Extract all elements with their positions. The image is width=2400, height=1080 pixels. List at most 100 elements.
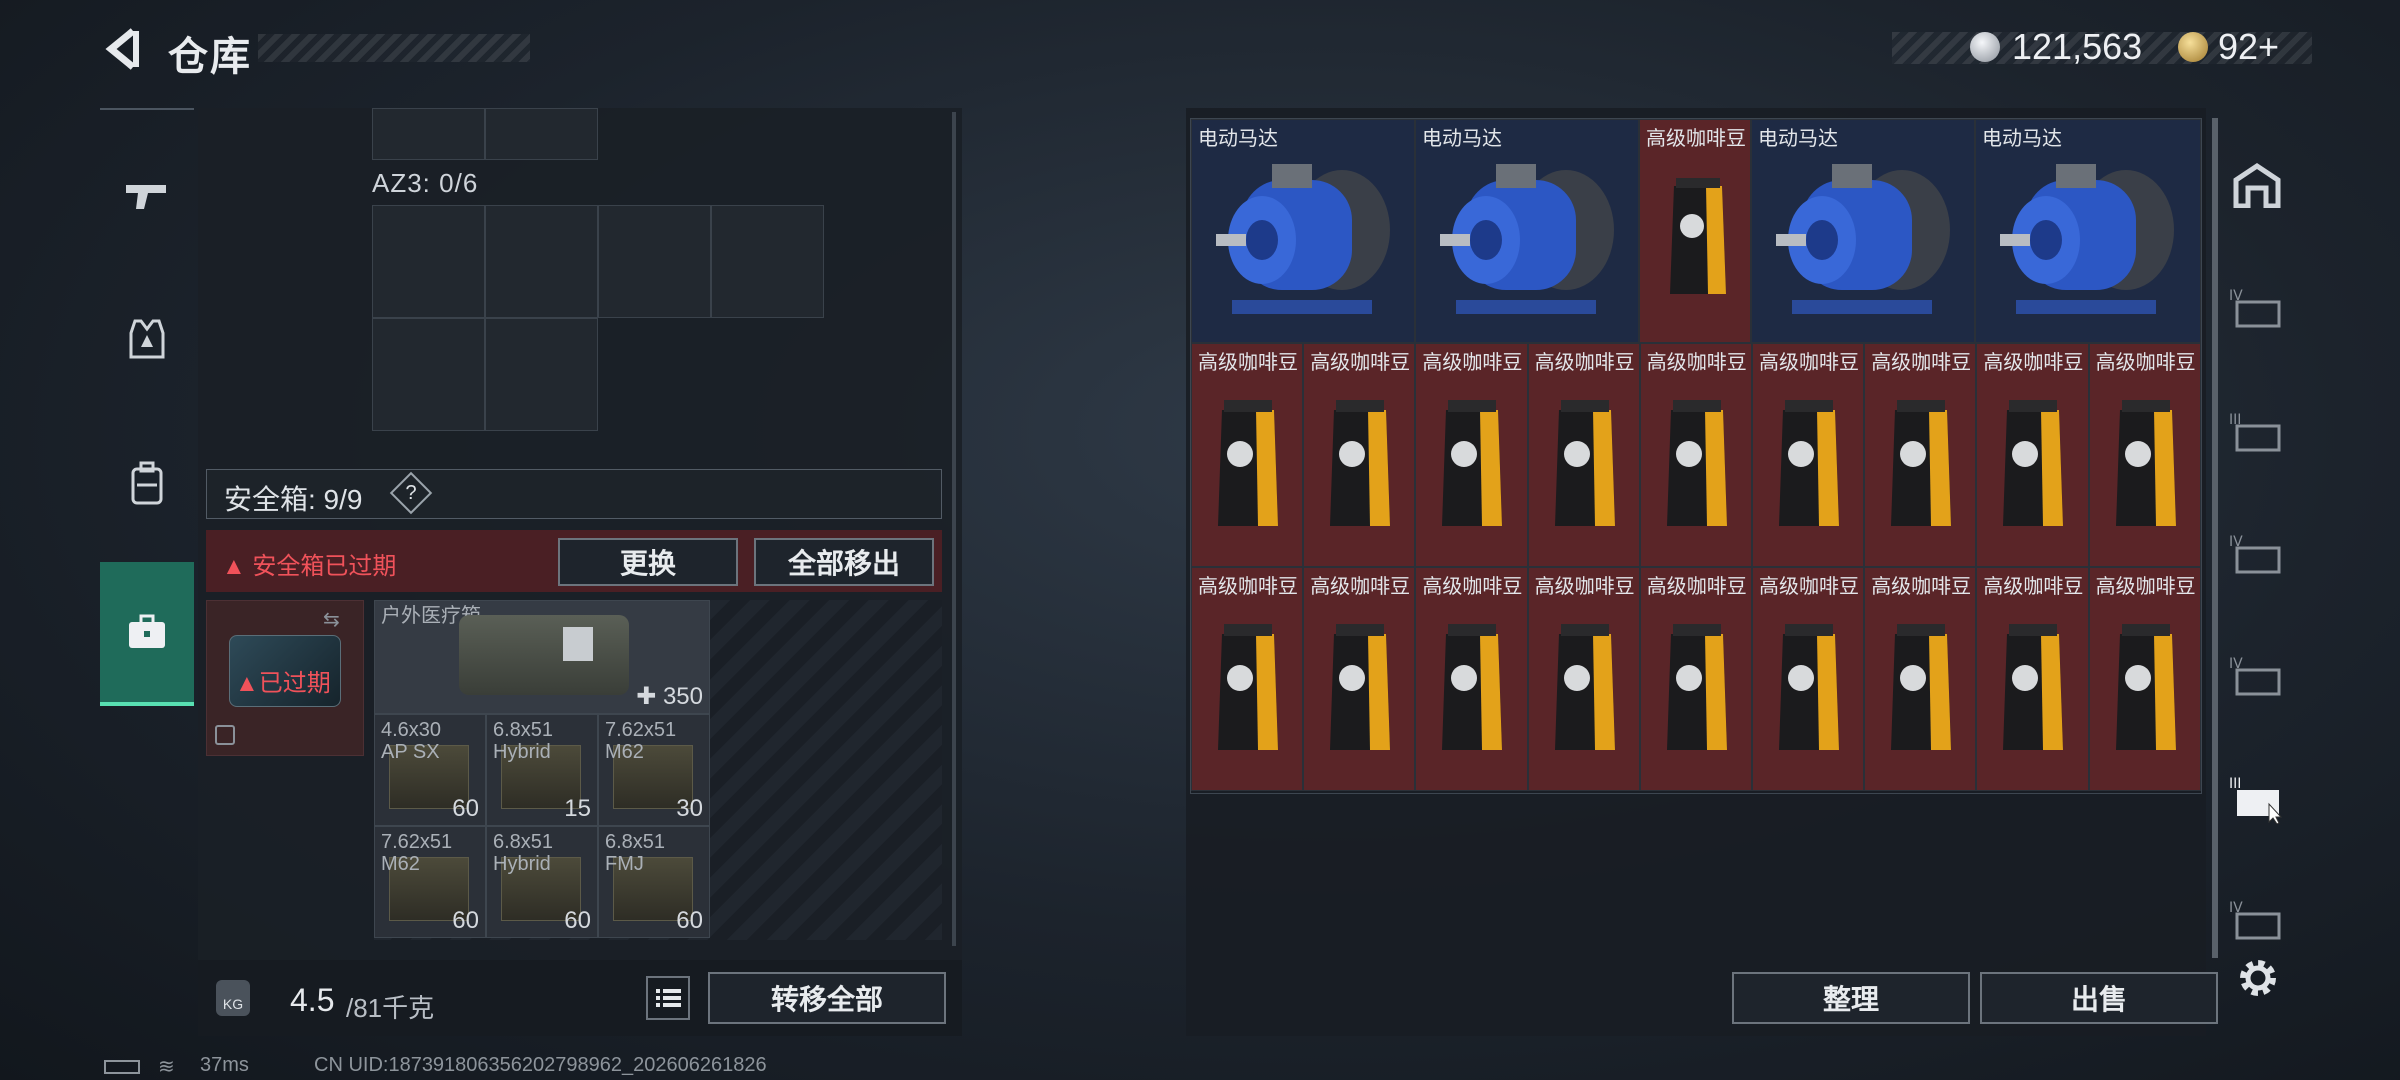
storage-box-icon: III	[2229, 412, 2281, 452]
coffee-bag-image	[1670, 178, 1726, 294]
warning-icon: ▲	[222, 553, 253, 580]
inventory-item[interactable]: 高级咖啡豆	[2088, 343, 2201, 567]
item-label: 高级咖啡豆	[1198, 576, 1298, 598]
coffee-bag-image	[1666, 400, 1727, 526]
electric-motor-image	[1440, 164, 1614, 314]
electric-motor-image	[2000, 164, 2174, 314]
help-label: ?	[405, 482, 417, 504]
vest-icon	[129, 319, 165, 359]
inventory-item[interactable]: 高级咖啡豆	[1303, 343, 1416, 567]
nav-weapon[interactable]	[100, 130, 194, 260]
inventory-item[interactable]: 高级咖啡豆	[1527, 567, 1640, 791]
medkit-tag	[563, 627, 593, 661]
coffee-bag-image	[2003, 624, 2064, 750]
currency-b-value[interactable]: 92+	[2218, 26, 2279, 68]
item-label: 高级咖啡豆	[1198, 352, 1298, 374]
organize-button[interactable]: 整理	[1732, 972, 1970, 1024]
settings-button[interactable]	[2234, 954, 2282, 1002]
inventory-item[interactable]: 电动马达	[1751, 119, 1975, 343]
coffee-bag-image	[1666, 624, 1727, 750]
replace-button[interactable]: 更换	[558, 538, 738, 586]
inventory-item[interactable]: 高级咖啡豆	[1527, 343, 1640, 567]
inventory-item[interactable]: 高级咖啡豆	[1752, 567, 1865, 791]
item-label: 高级咖啡豆	[1983, 576, 2084, 598]
coffee-bag-image	[2115, 400, 2176, 526]
nav-storage-iv-a[interactable]: IV	[2222, 254, 2292, 364]
ammo-item[interactable]: 7.62x51 M62 60	[374, 826, 486, 938]
ammo-item[interactable]: 6.8x51 Hybrid 60	[486, 826, 598, 938]
back-button[interactable]	[98, 22, 148, 76]
item-label: 高级咖啡豆	[1422, 576, 1523, 598]
nav-storage-iv-b[interactable]: IV	[2222, 500, 2292, 610]
grid-slot[interactable]	[372, 205, 485, 318]
inventory-item[interactable]: 高级咖啡豆	[1191, 567, 1304, 791]
item-label: 高级咖啡豆	[1983, 352, 2084, 374]
inventory-item[interactable]: 高级咖啡豆	[1976, 567, 2089, 791]
grid-slot[interactable]	[485, 318, 598, 431]
inventory-item[interactable]: 高级咖啡豆	[1752, 343, 1865, 567]
inventory-item[interactable]: 高级咖啡豆	[1415, 567, 1528, 791]
warehouse-icon	[2233, 162, 2281, 208]
sell-button[interactable]: 出售	[1980, 972, 2218, 1024]
coffee-bag-image	[1891, 400, 1952, 526]
stash-scrollbar[interactable]	[952, 112, 956, 946]
coffee-bag-image	[1330, 400, 1391, 526]
inventory-item[interactable]: 电动马达	[1415, 119, 1639, 343]
nav-storage-main[interactable]	[2222, 130, 2292, 240]
medkit-item[interactable]: 户外医疗箱 ✚ 350	[374, 600, 710, 714]
grid-slot[interactable]	[372, 108, 485, 160]
page-title: 仓库	[168, 35, 252, 79]
medkit-count: ✚ 350	[636, 683, 703, 710]
coffee-bag-image	[2003, 400, 2064, 526]
grid-slot[interactable]	[485, 205, 598, 318]
grid-slot[interactable]	[485, 108, 598, 160]
nav-storage-iv-c[interactable]: IV	[2222, 622, 2292, 732]
inventory-item[interactable]: 电动马达	[1975, 119, 2201, 343]
nav-armor[interactable]	[100, 274, 194, 404]
coffee-bag-image	[1779, 400, 1839, 526]
inventory-item[interactable]: 高级咖啡豆	[1191, 343, 1304, 567]
currency-a-value: 121,563	[2012, 26, 2143, 67]
inventory-item[interactable]: 高级咖啡豆	[1303, 567, 1416, 791]
category-nav	[100, 108, 194, 714]
ammo-item[interactable]: 7.62x51 M62 30	[598, 714, 710, 826]
item-label: 高级咖啡豆	[1422, 352, 1523, 374]
inventory-item[interactable]: 高级咖啡豆	[1639, 567, 1752, 791]
ammo-item[interactable]: 4.6x30 AP SX 60	[374, 714, 486, 826]
inventory-item[interactable]: 电动马达	[1191, 119, 1415, 343]
nav-storage-active[interactable]: III	[2222, 744, 2292, 854]
item-label: 高级咖啡豆	[2095, 352, 2196, 374]
grid-slot[interactable]	[598, 205, 711, 318]
inventory-item[interactable]: 高级咖啡豆	[1976, 343, 2089, 567]
grid-slot[interactable]	[711, 205, 824, 318]
remove-all-button[interactable]: 全部移出	[754, 538, 934, 586]
item-label: 高级咖啡豆	[1646, 352, 1747, 374]
gear-icon	[2240, 960, 2276, 996]
nav-backpack[interactable]	[100, 418, 194, 548]
inventory-item[interactable]: 高级咖啡豆	[1415, 343, 1528, 567]
storage-box-icon: IV	[2229, 656, 2281, 696]
list-icon	[646, 976, 690, 1020]
grid-slot[interactable]	[372, 318, 485, 431]
coin-icon	[1970, 32, 2000, 62]
inventory-item[interactable]: 高级咖啡豆	[1639, 119, 1751, 343]
item-label: 高级咖啡豆	[1310, 576, 1411, 598]
back-arrow-icon	[105, 28, 139, 70]
nav-safebox[interactable]	[100, 562, 194, 706]
inventory-item[interactable]: 高级咖啡豆	[2088, 567, 2201, 791]
transfer-all-button[interactable]: 转移全部	[708, 972, 946, 1024]
inventory-item[interactable]: 高级咖啡豆	[1864, 343, 1977, 567]
safebox-item[interactable]: ⇆ ▲已过期	[206, 600, 364, 756]
inventory-scrollbar[interactable]	[2212, 118, 2218, 958]
user-uid: CN UID:187391806356202798962_20260626182…	[314, 1054, 767, 1076]
coffee-bag-image	[1218, 400, 1278, 526]
nav-storage-iii[interactable]: III	[2222, 378, 2292, 488]
ammo-item[interactable]: 6.8x51 FMJ 60	[598, 826, 710, 938]
list-view-button[interactable]	[646, 976, 690, 1020]
gun-icon	[126, 185, 166, 209]
inventory-item[interactable]: 高级咖啡豆	[1639, 343, 1752, 567]
storage-box-icon: III	[2229, 776, 2283, 824]
inventory-item[interactable]: 高级咖啡豆	[1864, 567, 1977, 791]
item-label: 高级咖啡豆	[1534, 352, 1635, 374]
ammo-item[interactable]: 6.8x51 Hybrid 15	[486, 714, 598, 826]
